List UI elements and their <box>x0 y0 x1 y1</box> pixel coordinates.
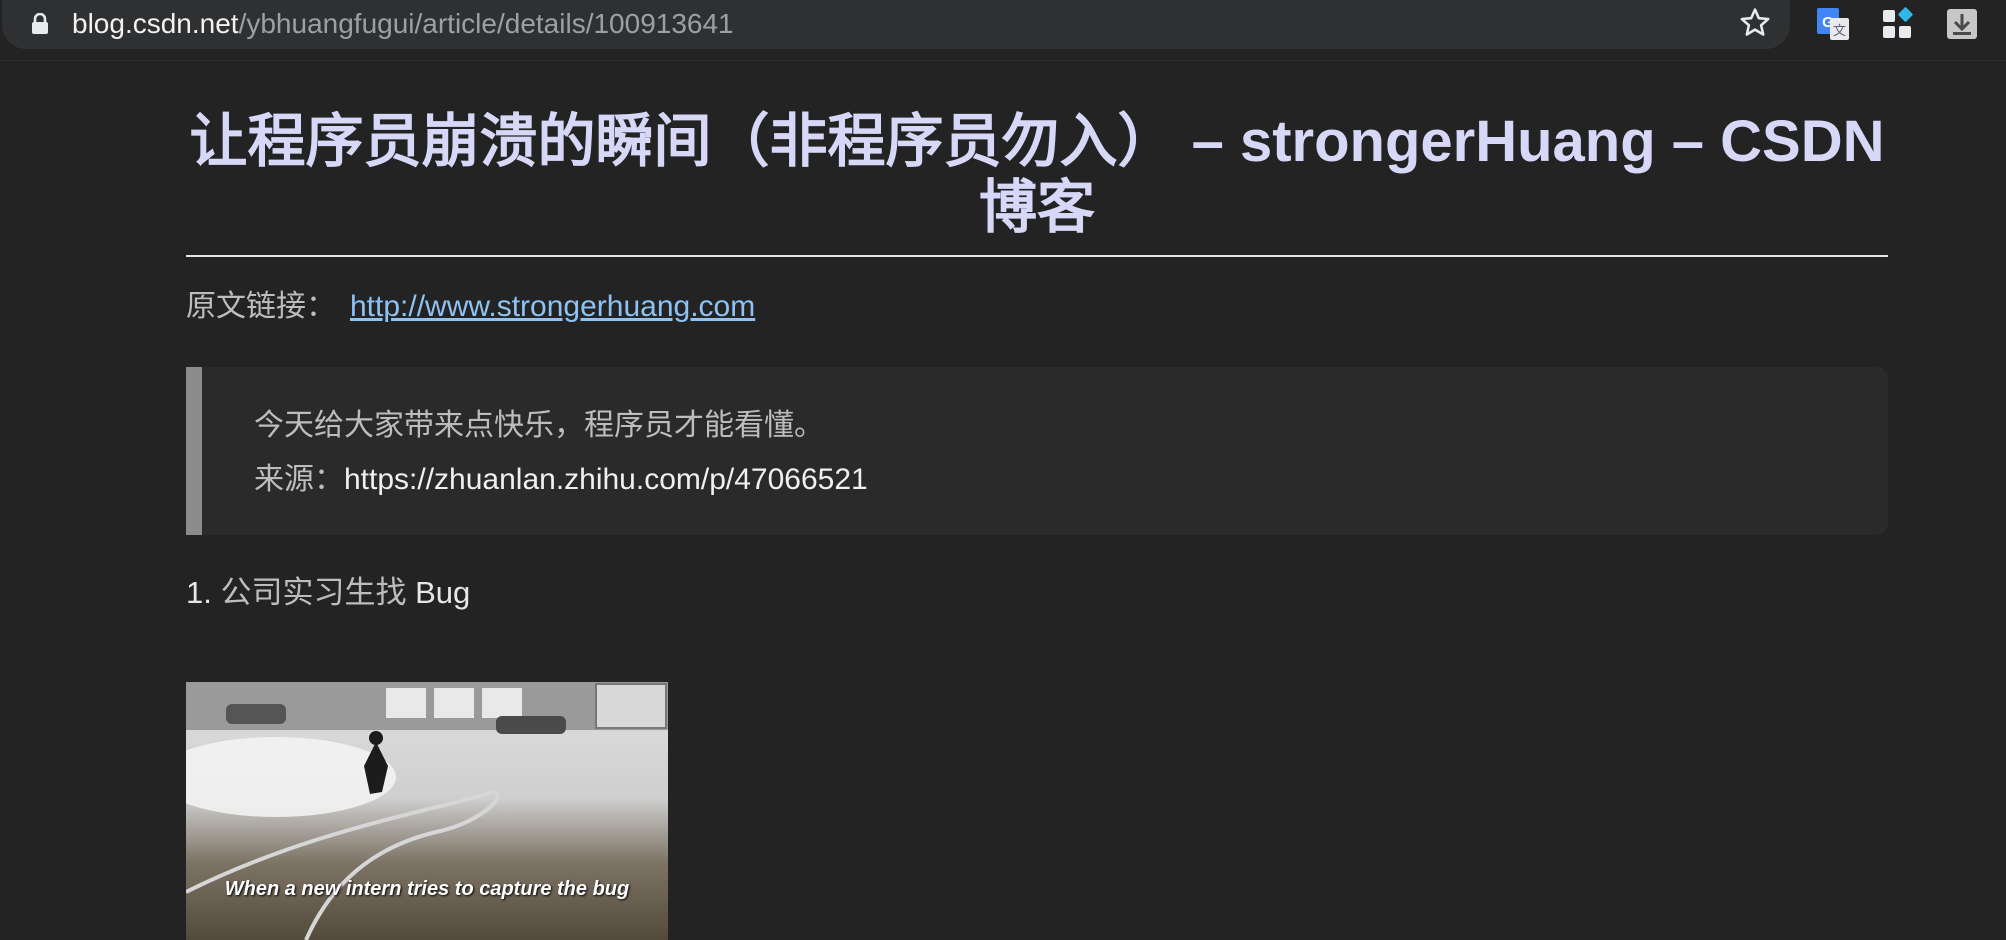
page-title: 让程序员崩溃的瞬间（非程序员勿入） – strongerHuang – CSDN… <box>186 61 1888 257</box>
section-heading-1: 1. 公司实习生找 Bug <box>186 573 1888 613</box>
article-gif-image: When a new intern tries to capture the b… <box>186 682 668 940</box>
section-label-en: Bug <box>415 575 471 610</box>
original-link-line: 原文链接： http://www.strongerhuang.com <box>186 287 1888 327</box>
address-bar[interactable]: blog.csdn.net/ybhuangfugui/article/detai… <box>2 0 1790 49</box>
quote-line-1: 今天给大家带来点快乐，程序员才能看懂。 <box>254 409 824 442</box>
browser-toolbar: blog.csdn.net/ybhuangfugui/article/detai… <box>0 0 2006 61</box>
section-number: 1. <box>186 575 212 610</box>
download-icon[interactable] <box>1944 6 1980 42</box>
google-translate-icon[interactable]: G 文 <box>1815 6 1851 42</box>
extensions-icon[interactable] <box>1880 6 1916 42</box>
section-label-cn: 公司实习生找 <box>220 575 407 610</box>
lock-icon[interactable] <box>30 13 50 35</box>
quote-source-label: 来源： <box>254 463 344 496</box>
blockquote: 今天给大家带来点快乐，程序员才能看懂。 来源：https://zhuanlan.… <box>186 367 1888 535</box>
url-path: /ybhuangfugui/article/details/100913641 <box>238 8 734 39</box>
original-link[interactable]: http://www.strongerhuang.com <box>350 290 755 323</box>
svg-text:文: 文 <box>1833 24 1846 39</box>
url-text[interactable]: blog.csdn.net/ybhuangfugui/article/detai… <box>72 6 734 42</box>
article: 让程序员崩溃的瞬间（非程序员勿入） – strongerHuang – CSDN… <box>186 61 1888 613</box>
quote-source-url: https://zhuanlan.zhihu.com/p/47066521 <box>344 463 868 496</box>
original-link-label: 原文链接： <box>186 290 336 323</box>
quote-line-2: 来源：https://zhuanlan.zhihu.com/p/47066521 <box>254 453 1888 507</box>
url-host: blog.csdn.net <box>72 8 239 39</box>
star-icon[interactable] <box>1738 6 1772 40</box>
gif-caption: When a new intern tries to capture the b… <box>224 878 630 900</box>
